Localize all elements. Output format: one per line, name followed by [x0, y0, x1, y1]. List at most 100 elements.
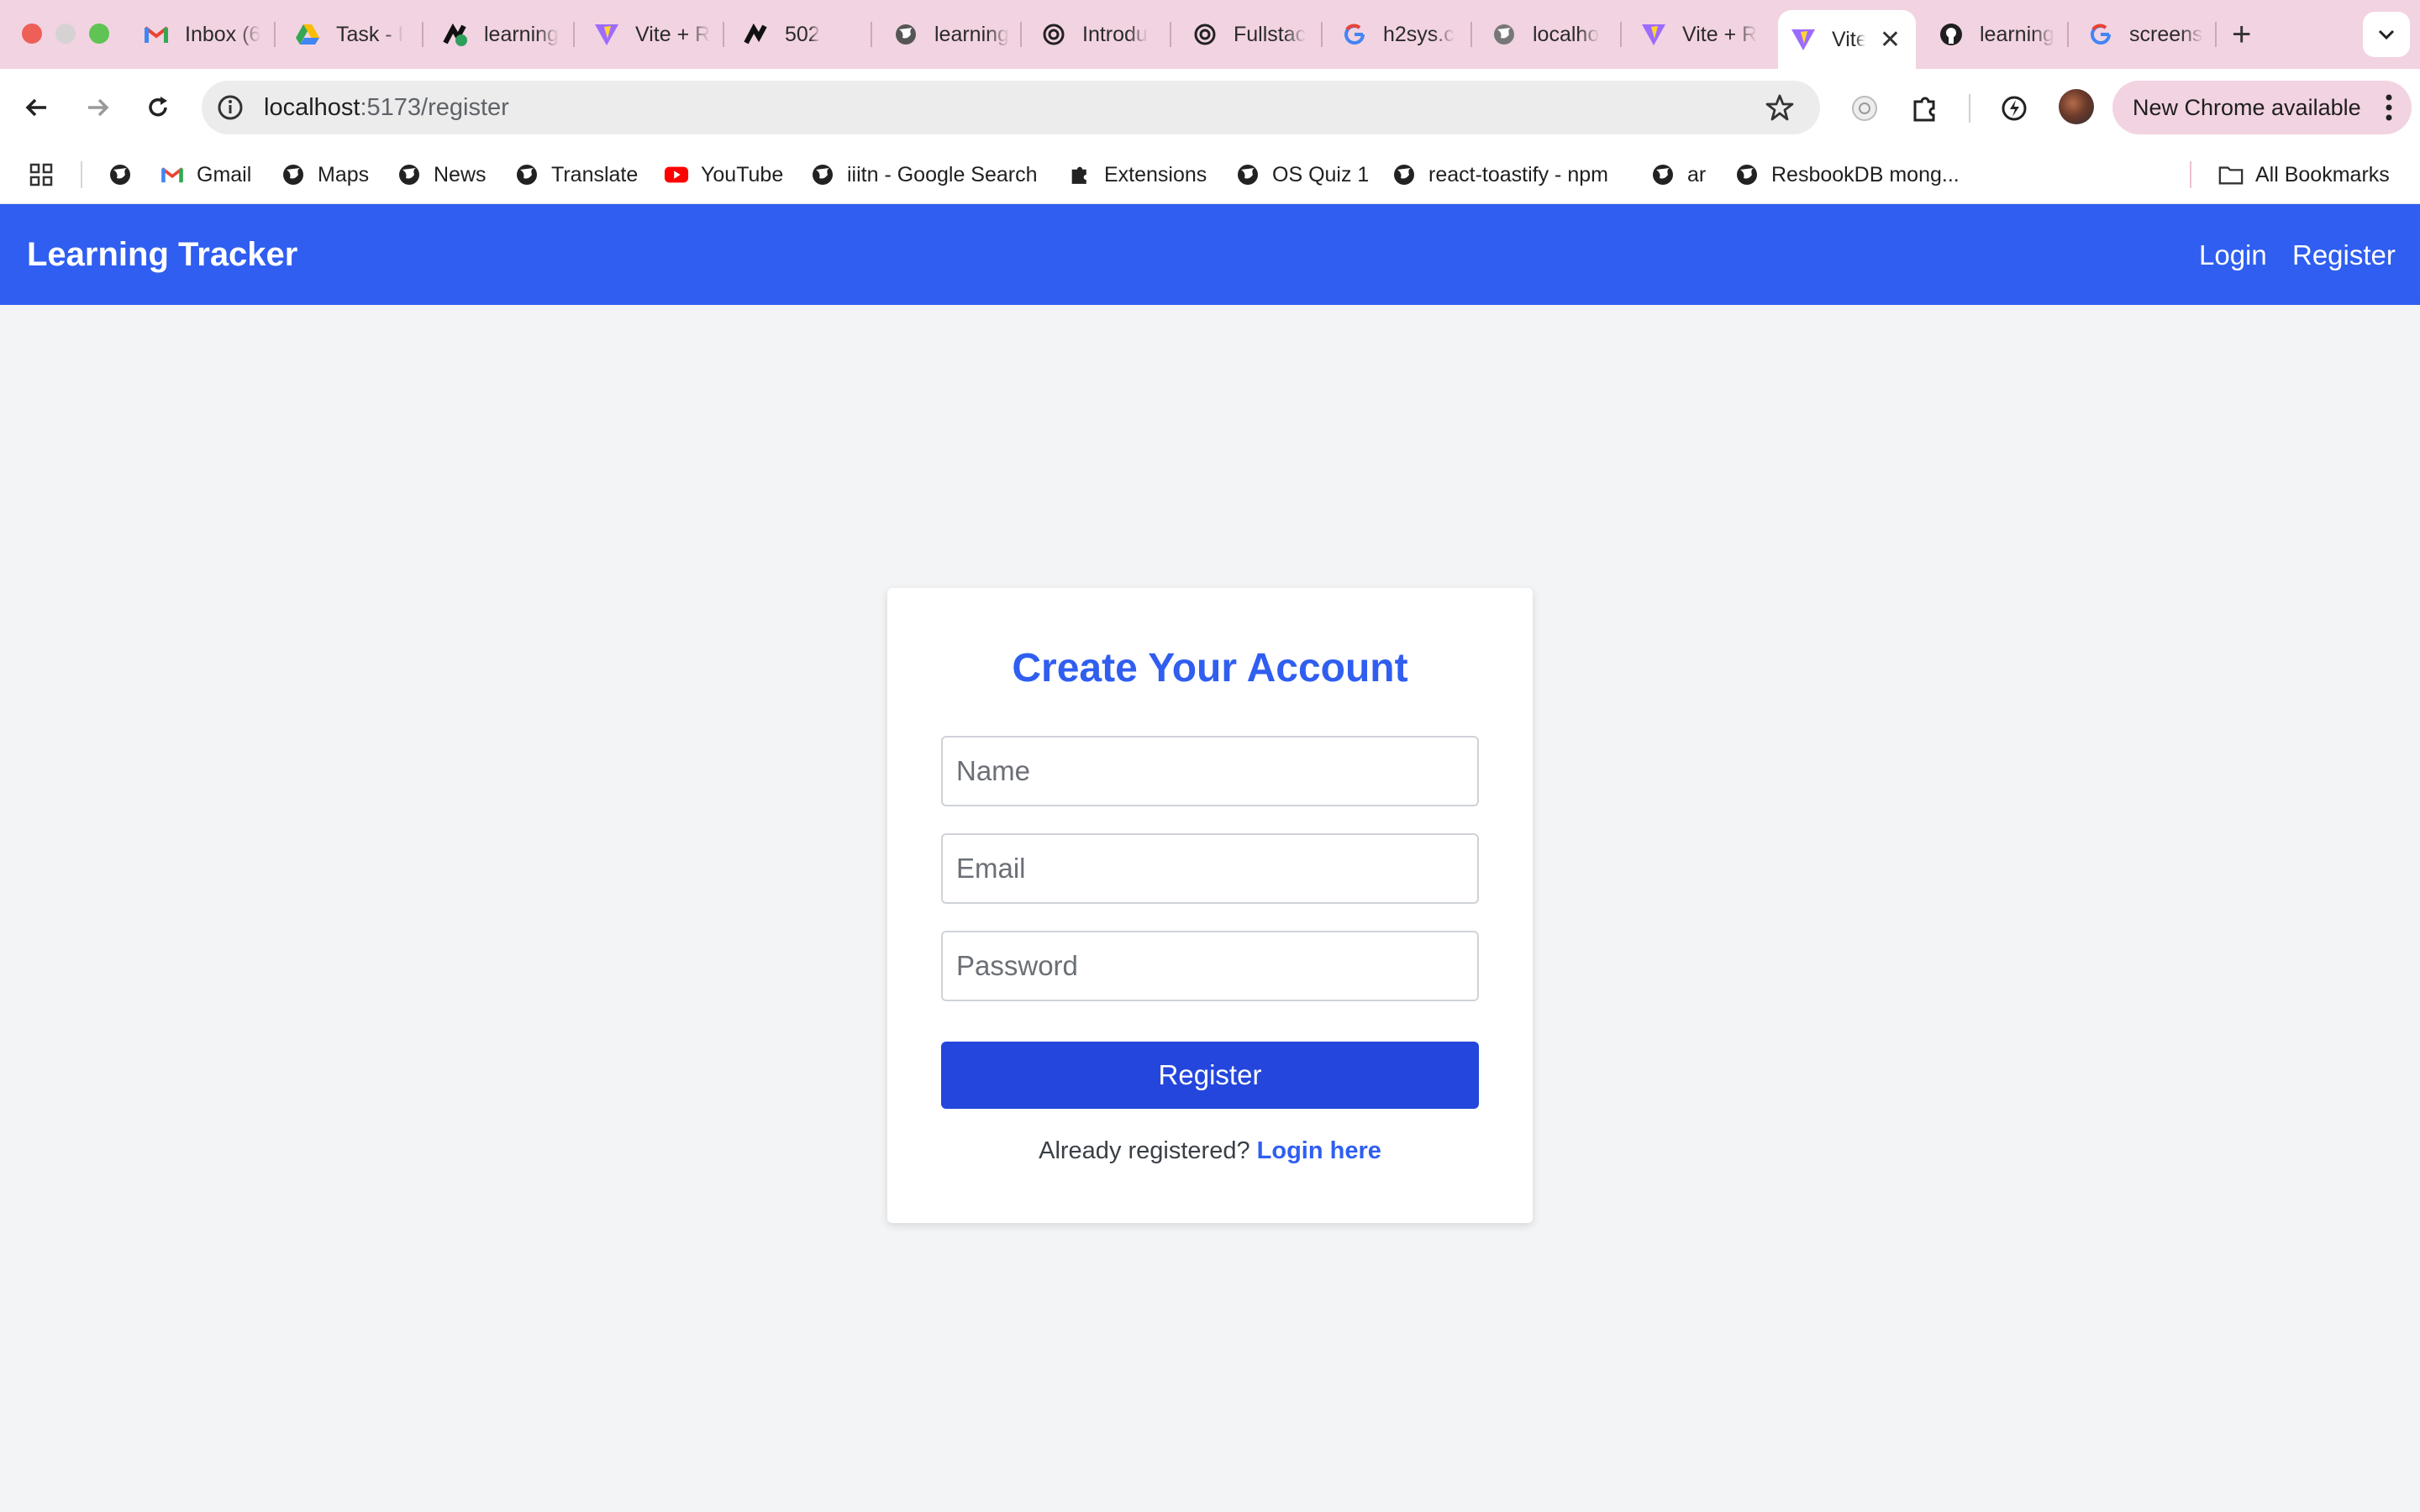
- browser-tab[interactable]: localho: [1491, 10, 1608, 59]
- vite-icon: [1640, 21, 1667, 48]
- browser-tab[interactable]: screens: [2087, 10, 2205, 59]
- tab-separator: [422, 22, 424, 47]
- password-field[interactable]: [941, 931, 1479, 1001]
- bookmark-label: Maps: [318, 162, 370, 186]
- browser-tab[interactable]: Task - F: [294, 10, 403, 59]
- name-field[interactable]: [941, 736, 1479, 806]
- tab-separator: [1470, 22, 1472, 47]
- gmail-icon: [143, 21, 170, 48]
- puzzle-icon[interactable]: [1909, 92, 1941, 124]
- browser-tab[interactable]: learning: [892, 10, 1010, 59]
- window-minimize-button[interactable]: [55, 24, 76, 44]
- chrome-update-button[interactable]: New Chrome available: [2112, 81, 2412, 134]
- tab-title: 502: [785, 22, 820, 46]
- extension-icon[interactable]: [1849, 92, 1881, 124]
- bookmark-os-quiz[interactable]: OS Quiz 1: [1235, 160, 1369, 190]
- back-button[interactable]: [17, 87, 57, 128]
- puzzle-icon: [1067, 162, 1092, 187]
- globe-icon: [281, 162, 306, 187]
- bookmark-extensions[interactable]: Extensions: [1067, 160, 1207, 190]
- tab-separator: [1321, 22, 1323, 47]
- tab-separator: [1170, 22, 1171, 47]
- google-icon: [1341, 21, 1368, 48]
- address-bar[interactable]: localhost:5173/register: [202, 81, 1820, 134]
- all-bookmarks-label: All Bookmarks: [2255, 162, 2390, 186]
- bookmark-translate[interactable]: Translate: [514, 160, 638, 190]
- bookmark-gmail[interactable]: Gmail: [160, 160, 251, 190]
- bookmark-item[interactable]: [108, 160, 145, 190]
- browser-tab[interactable]: Inbox (6: [143, 10, 260, 59]
- globe-icon: [514, 162, 539, 187]
- browser-tab[interactable]: learning: [1938, 10, 2055, 59]
- bookmark-label: Translate: [551, 162, 639, 186]
- window-close-button[interactable]: [22, 24, 42, 44]
- bookmark-iiitn-search[interactable]: iiitn - Google Search: [810, 160, 1038, 190]
- toolbar-divider: [1969, 94, 1970, 123]
- nav-register-link[interactable]: Register: [2292, 239, 2396, 271]
- youtube-icon: [664, 162, 689, 187]
- close-tab-icon[interactable]: ✕: [1880, 25, 1901, 55]
- bookmark-separator: [2190, 161, 2191, 188]
- more-vert-icon: [2386, 94, 2392, 121]
- tab-title: screens: [2129, 22, 2203, 46]
- tab-title: learning: [1980, 22, 2054, 46]
- tab-separator: [274, 22, 276, 47]
- browser-tab[interactable]: learning: [442, 10, 568, 59]
- browser-tab[interactable]: 502: [743, 10, 860, 59]
- bookmark-news[interactable]: News: [397, 160, 487, 190]
- browser-tab[interactable]: h2sys.c: [1341, 10, 1459, 59]
- all-bookmarks-button[interactable]: All Bookmarks: [2218, 160, 2390, 190]
- tab-separator: [2215, 22, 2217, 47]
- app-brand[interactable]: Learning Tracker: [27, 236, 297, 274]
- register-button[interactable]: Register: [941, 1042, 1479, 1109]
- email-field[interactable]: [941, 833, 1479, 904]
- bookmark-maps[interactable]: Maps: [281, 160, 369, 190]
- openai-icon: [1040, 21, 1067, 48]
- vite-icon: [1790, 26, 1817, 53]
- tab-title: Vite + R: [635, 22, 711, 46]
- nav-login-link[interactable]: Login: [2199, 239, 2267, 271]
- bookmark-ar[interactable]: ar: [1650, 160, 1706, 190]
- bookmarks-bar: Gmail Maps News Translate YouTube iiitn …: [0, 146, 2420, 204]
- folder-icon: [2218, 162, 2244, 187]
- tab-title: learning: [484, 22, 559, 46]
- browser-tab[interactable]: Fullstac: [1192, 10, 1318, 59]
- tab-separator: [573, 22, 575, 47]
- globe-icon: [1491, 21, 1518, 48]
- browser-tab-active[interactable]: Vite ✕: [1778, 10, 1916, 69]
- openai-icon: [1192, 21, 1218, 48]
- address-url[interactable]: localhost:5173/register: [264, 94, 509, 122]
- tab-separator: [871, 22, 872, 47]
- tab-title: h2sys.c: [1383, 22, 1455, 46]
- gmail-icon: [160, 162, 185, 187]
- bookmark-label: ar: [1687, 162, 1707, 186]
- globe-icon: [108, 162, 133, 187]
- tab-title: Vite + R: [1682, 22, 1758, 46]
- app-favicon-icon: [442, 21, 469, 48]
- new-tab-button[interactable]: +: [2232, 15, 2251, 54]
- forward-button[interactable]: [77, 87, 118, 128]
- bookmark-label: ResbookDB mong...: [1771, 162, 1960, 186]
- tab-search-button[interactable]: [2363, 12, 2410, 57]
- login-here-link[interactable]: Login here: [1257, 1137, 1381, 1164]
- github-icon: [1938, 21, 1965, 48]
- browser-tab[interactable]: Vite + R: [593, 10, 711, 59]
- bookmark-react-toastify[interactable]: react-toastify - npm: [1392, 160, 1608, 190]
- reload-button[interactable]: [138, 87, 178, 128]
- apps-grid-icon: [29, 163, 53, 186]
- window-maximize-button[interactable]: [89, 24, 109, 44]
- arrow-right-icon: [88, 98, 109, 117]
- site-info-icon[interactable]: [213, 91, 247, 124]
- performance-icon[interactable]: [1998, 92, 2030, 124]
- bookmark-youtube[interactable]: YouTube: [664, 160, 783, 190]
- bookmark-star-icon[interactable]: [1765, 92, 1795, 123]
- google-icon: [2087, 21, 2114, 48]
- bookmark-resbookdb[interactable]: ResbookDB mong...: [1734, 160, 1960, 190]
- profile-avatar[interactable]: [2059, 89, 2094, 124]
- url-path: :5173/register: [360, 94, 509, 121]
- browser-tab[interactable]: Introdu: [1040, 10, 1158, 59]
- login-prompt: Already registered? Login here: [887, 1137, 1533, 1165]
- browser-tab[interactable]: Vite + R: [1640, 10, 1758, 59]
- browser-tab-strip: Inbox (6 Task - F learning Vite + R 502: [0, 0, 2420, 69]
- apps-grid-button[interactable]: [29, 160, 54, 190]
